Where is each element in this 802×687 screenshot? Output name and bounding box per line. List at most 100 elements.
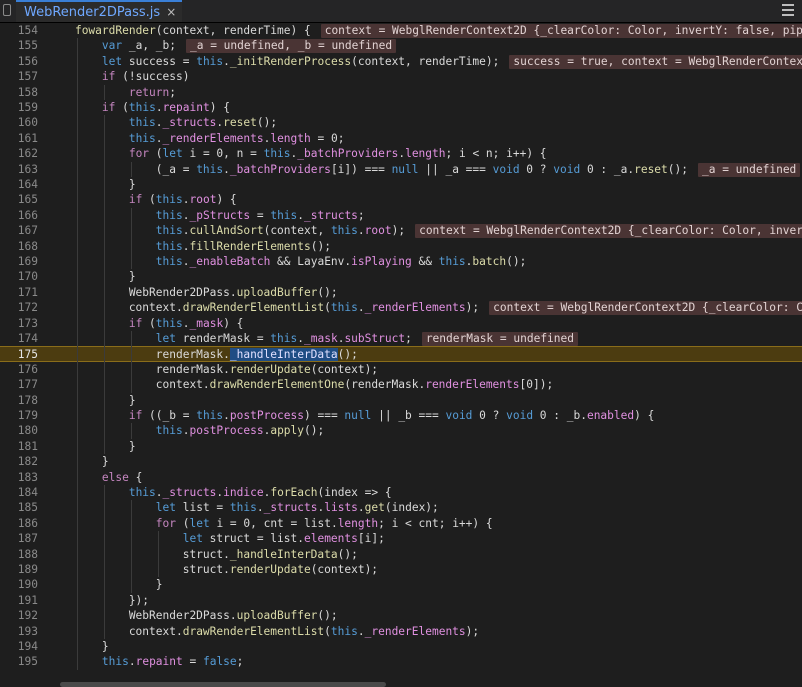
line-number[interactable]: 191 [0,593,38,608]
code-line[interactable]: 194 } [0,639,802,654]
line-number[interactable]: 157 [0,69,38,84]
code-line[interactable]: 182 } [0,454,802,469]
line-number[interactable]: 159 [0,100,38,115]
code-line[interactable]: 156 let success = this._initRenderProces… [0,54,802,69]
code-line[interactable]: 184 this._structs.indice.forEach(index =… [0,485,802,500]
file-tab[interactable]: WebRender2DPass.js × [16,0,183,22]
close-icon[interactable]: × [166,5,176,19]
code-line[interactable]: 163 (_a = this._batchProviders[i]) === n… [0,162,802,177]
line-number[interactable]: 168 [0,239,38,254]
line-number[interactable]: 158 [0,85,38,100]
code-line[interactable]: 155 var _a, _b; _a = undefined, _b = unde… [0,38,802,54]
code-line[interactable]: 168 this.fillRenderElements(); [0,239,802,254]
line-number[interactable]: 174 [0,331,38,346]
code-line[interactable]: 172 context.drawRenderElementList(this._… [0,300,802,316]
code-line[interactable]: 189 struct.renderUpdate(context); [0,562,802,577]
line-number[interactable]: 190 [0,577,38,592]
code-line[interactable]: 178 } [0,393,802,408]
code-line[interactable]: 162 for (let i = 0, n = this._batchProvi… [0,146,802,161]
line-number[interactable]: 173 [0,316,38,331]
line-number[interactable]: 155 [0,38,38,53]
line-number[interactable]: 160 [0,115,38,130]
code-line[interactable]: 161 this._renderElements.length = 0; [0,131,802,146]
code-line[interactable]: 195 this.repaint = false; [0,654,802,669]
line-number[interactable]: 170 [0,269,38,284]
line-number[interactable]: 166 [0,208,38,223]
code-line[interactable]: 169 this._enableBatch && LayaEnv.isPlayi… [0,254,802,269]
code-line[interactable]: 185 let list = this._structs.lists.get(i… [0,500,802,515]
file-tab-title: WebRender2DPass.js [24,4,161,20]
code-line[interactable]: 179 if ((_b = this.postProcess) === null… [0,408,802,423]
line-number[interactable]: 183 [0,470,38,485]
line-number[interactable]: 176 [0,362,38,377]
line-number[interactable]: 177 [0,377,38,392]
code-line[interactable]: 177 context.drawRenderElementOne(renderM… [0,377,802,392]
line-number[interactable]: 172 [0,300,38,315]
line-number[interactable]: 179 [0,408,38,423]
line-number[interactable]: 162 [0,146,38,161]
code-line[interactable]: 160 this._structs.reset(); [0,115,802,130]
line-number[interactable]: 169 [0,254,38,269]
code-line[interactable]: 159 if (this.repaint) { [0,100,802,115]
line-number[interactable]: 185 [0,500,38,515]
line-number[interactable]: 194 [0,639,38,654]
line-number[interactable]: 171 [0,285,38,300]
code-line[interactable]: 191 }); [0,593,802,608]
code-text: } [48,439,136,453]
code-line[interactable]: 190 } [0,577,802,592]
code-line[interactable]: 170 } [0,269,802,284]
line-number[interactable]: 186 [0,516,38,531]
code-text: WebRender2DPass.uploadBuffer(); [48,609,338,623]
scrollbar-thumb[interactable] [60,682,386,687]
code-line[interactable]: 174 let renderMask = this._mask.subStruc… [0,331,802,346]
code-text: if ((_b = this.postProcess) === null || … [128,409,655,422]
code-line[interactable]: 186 for (let i = 0, cnt = list.length; i… [0,516,802,531]
line-number[interactable]: 189 [0,562,38,577]
code-line[interactable]: 187 let struct = list.elements[i]; [0,531,802,546]
code-line[interactable]: 157 if (!success) [0,69,802,84]
line-number[interactable]: 192 [0,608,38,623]
line-number[interactable]: 181 [0,439,38,454]
line-number[interactable]: 184 [0,485,38,500]
panel-toggle-icon[interactable] [3,4,11,16]
code-line[interactable]: 158 return; [0,85,802,100]
current-line[interactable]: 175 renderMask._handleInterData(); [0,346,802,362]
line-number[interactable]: 167 [0,223,38,238]
line-number[interactable]: 165 [0,192,38,207]
line-number[interactable]: 195 [0,654,38,669]
code-line[interactable]: 188 struct._handleInterData(); [0,547,802,562]
code-editor[interactable]: 154 fowardRender(context, renderTime) {c… [0,23,802,681]
line-number[interactable]: 175 [0,347,38,362]
line-number[interactable]: 182 [0,454,38,469]
code-text: if (!success) [101,70,190,84]
line-number[interactable]: 188 [0,547,38,562]
line-number[interactable]: 187 [0,531,38,546]
code-line[interactable]: 176 renderMask.renderUpdate(context); [0,362,802,377]
line-number[interactable]: 156 [0,54,38,69]
horizontal-scrollbar[interactable] [0,681,802,687]
line-number[interactable]: 164 [0,177,38,192]
code-line[interactable]: 154 fowardRender(context, renderTime) {c… [0,23,802,38]
code-text: } [48,270,136,284]
code-line[interactable]: 171 WebRender2DPass.uploadBuffer(); [0,285,802,300]
line-number[interactable]: 193 [0,624,38,639]
code-line[interactable]: 167 this.cullAndSort(context, this.root)… [0,223,802,239]
code-line[interactable]: 193 context.drawRenderElementList(this._… [0,624,802,639]
code-text: this._structs.reset(); [128,116,278,130]
line-number[interactable]: 161 [0,131,38,146]
code-line[interactable]: 164 } [0,177,802,192]
code-text: return; [128,85,176,99]
line-number[interactable]: 178 [0,393,38,408]
code-line[interactable]: 166 this._pStructs = this._structs; [0,208,802,223]
code-line[interactable]: 183 else { [0,470,802,485]
code-line[interactable]: 165 if (this.root) { [0,192,802,207]
menu-icon[interactable] [782,4,794,16]
indent-guide [158,531,159,578]
code-line[interactable]: 181 } [0,439,802,454]
line-number[interactable]: 154 [0,23,38,38]
line-number[interactable]: 163 [0,162,38,177]
code-line[interactable]: 180 this.postProcess.apply(); [0,423,802,438]
code-line[interactable]: 173 if (this._mask) { [0,316,802,331]
line-number[interactable]: 180 [0,423,38,438]
code-line[interactable]: 192 WebRender2DPass.uploadBuffer(); [0,608,802,623]
